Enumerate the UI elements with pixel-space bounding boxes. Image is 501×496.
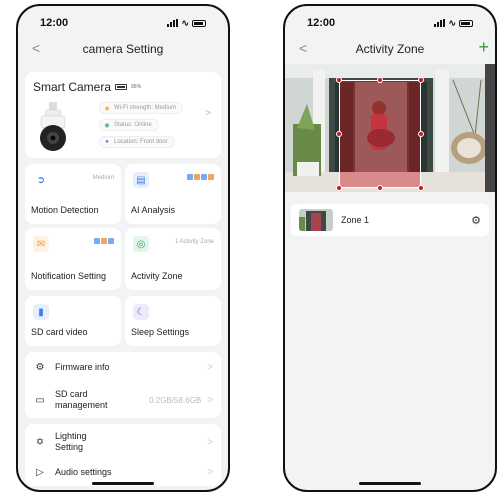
chevron-right-icon: > — [207, 466, 213, 478]
location-small-icon: ● — [105, 139, 109, 145]
back-button[interactable]: < — [32, 40, 40, 56]
sd-card-outline-icon: ▭ — [35, 394, 45, 406]
sd-card-video-tile[interactable]: ▮ SD card video — [25, 296, 121, 346]
chevron-right-icon: > — [207, 361, 213, 373]
light-audio-group: ✡ Lighting Setting > ▷ Audio settings > — [25, 424, 221, 486]
speaker-icon: ▷ — [36, 466, 44, 478]
page-title: camera Setting — [82, 42, 164, 56]
moon-icon: ☾ — [133, 304, 149, 320]
zone-handle[interactable] — [336, 185, 342, 191]
home-indicator — [92, 482, 154, 485]
zone-handle[interactable] — [336, 77, 342, 83]
camera-name-row: Smart Camera 95% — [33, 80, 141, 94]
lighting-setting-row[interactable]: ✡ Lighting Setting > — [33, 430, 213, 454]
zone-handle[interactable] — [377, 185, 383, 191]
activity-zone-screen: 12:00 ∿ < Activity Zone + Zone 1 ⚙ — [283, 4, 497, 492]
zone-list-item[interactable]: Zone 1 ⚙ — [291, 204, 489, 236]
location-pill: ● Location: Front door — [99, 136, 175, 148]
camera-device-image — [40, 102, 66, 151]
zone-handle[interactable] — [418, 131, 424, 137]
status-pill: ◉ Status: Online — [99, 119, 159, 131]
device-info-group: ⚙ Firmware info > ▭ SD card management 0… — [25, 352, 221, 418]
status-icons: ∿ — [434, 18, 473, 29]
status-time: 12:00 — [307, 17, 336, 29]
wifi-strength-pill: ◉ Wi-Fi strength: Medium — [99, 102, 184, 114]
status-time: 12:00 — [40, 17, 69, 29]
add-zone-button[interactable]: + — [478, 37, 489, 58]
camera-preview-image[interactable] — [285, 64, 495, 192]
gear-icon[interactable]: ⚙ — [471, 214, 481, 227]
chevron-right-icon: > — [205, 108, 211, 119]
zone-handle[interactable] — [418, 185, 424, 191]
activity-zone-tile[interactable]: ◎ 1 Activity Zone Activity Zone — [125, 228, 221, 290]
sleep-settings-tile[interactable]: ☾ Sleep Settings — [125, 296, 221, 346]
wifi-small-icon: ◉ — [104, 105, 110, 112]
back-button[interactable]: < — [299, 40, 307, 56]
status-bar: 12:00 ∿ — [285, 6, 495, 34]
chevron-right-icon: > — [207, 436, 213, 448]
zone-thumbnail — [299, 209, 333, 231]
camera-setting-screen: 12:00 ∿ < camera Setting Smart Camera 95… — [16, 4, 230, 492]
chevron-right-icon: > — [207, 394, 213, 406]
nav-bar: < camera Setting — [18, 34, 228, 64]
nav-bar: < Activity Zone + — [285, 34, 495, 64]
battery-icon — [459, 19, 473, 27]
status-icons: ∿ — [167, 18, 206, 29]
motion-detection-tile[interactable]: ➲ Medium Motion Detection — [25, 164, 121, 224]
running-person-icon: ➲ — [36, 174, 46, 186]
bulb-icon: ✡ — [35, 436, 45, 448]
chip-icon: ⚙ — [35, 361, 45, 373]
camera-info-card[interactable]: Smart Camera 95% ◉ Wi-Fi strength: Mediu… — [25, 72, 221, 158]
ai-analysis-tile[interactable]: ▤ AI Analysis — [125, 164, 221, 224]
activity-zone-overlay[interactable] — [339, 80, 421, 188]
zone-handle[interactable] — [336, 131, 342, 137]
notification-setting-tile[interactable]: ✉ Notification Setting — [25, 228, 121, 290]
signal-icon — [167, 19, 179, 27]
camera-name: Smart Camera — [33, 80, 112, 94]
zone-handle[interactable] — [377, 77, 383, 83]
target-icon: ◎ — [133, 236, 149, 252]
battery-small-icon — [115, 84, 128, 90]
battery-icon — [192, 19, 206, 27]
chart-icon: ▤ — [133, 172, 149, 188]
notification-tag-icons — [94, 238, 114, 244]
status-bar: 12:00 ∿ — [18, 6, 228, 34]
audio-settings-row[interactable]: ▷ Audio settings > — [33, 464, 213, 480]
signal-icon — [434, 19, 446, 27]
ai-tag-icons — [187, 174, 214, 180]
home-indicator — [359, 482, 421, 485]
page-title: Activity Zone — [355, 42, 425, 56]
firmware-info-row[interactable]: ⚙ Firmware info > — [33, 358, 213, 376]
battery-percent: 95% — [131, 84, 142, 90]
wifi-icon: ∿ — [448, 17, 456, 28]
zone-name: Zone 1 — [341, 215, 370, 225]
sd-card-management-row[interactable]: ▭ SD card management 0.2GB/58.6GB > — [33, 388, 213, 412]
envelope-icon: ✉ — [33, 236, 49, 252]
zone-handle[interactable] — [418, 77, 424, 83]
wifi-icon: ∿ — [181, 17, 189, 28]
status-small-icon: ◉ — [104, 122, 110, 129]
sd-card-icon: ▮ — [33, 304, 49, 320]
